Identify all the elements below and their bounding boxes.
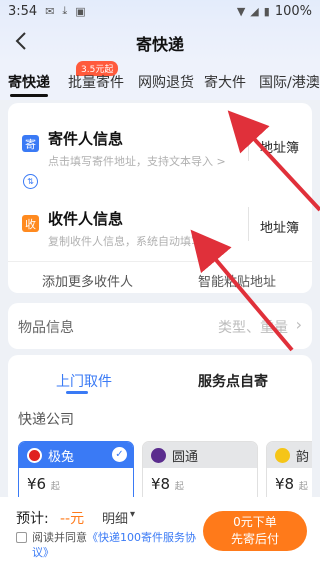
annotation-arrows bbox=[190, 110, 320, 352]
annotation-arrow-sender bbox=[227, 110, 320, 212]
annotation-arrow-receiver bbox=[190, 229, 294, 352]
